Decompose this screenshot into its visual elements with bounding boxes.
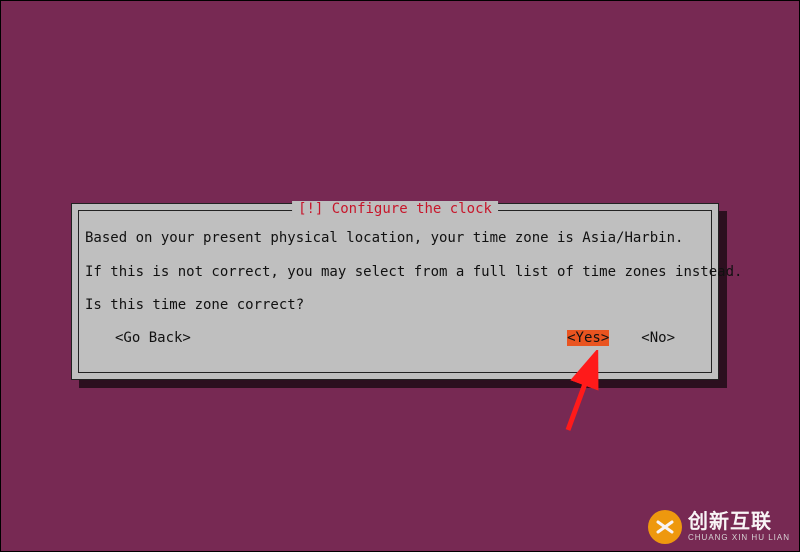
dialog-body: Based on your present physical location,… [85,229,705,316]
dialog-line-2: If this is not correct, you may select f… [85,263,705,283]
watermark-logo-icon [648,510,682,544]
dialog-title: [!] Configure the clock [292,201,498,217]
watermark-text: 创新互联 CHUANG XIN HU LIAN [688,512,790,542]
dialog-buttons: <Go Back> <Yes> <No> [85,330,705,346]
dialog-line-1: Based on your present physical location,… [85,229,705,249]
spacer [191,330,567,346]
dialog-question: Is this time zone correct? [85,296,705,316]
watermark-en: CHUANG XIN HU LIAN [688,534,790,542]
watermark: 创新互联 CHUANG XIN HU LIAN [648,510,790,544]
watermark-cn: 创新互联 [688,512,790,532]
go-back-button[interactable]: <Go Back> [115,330,191,346]
configure-clock-dialog: [!] Configure the clock Based on your pr… [71,203,719,380]
spacer [609,330,641,346]
dialog-inner: [!] Configure the clock Based on your pr… [78,210,712,373]
yes-button[interactable]: <Yes> [567,330,609,346]
no-button[interactable]: <No> [641,330,675,346]
